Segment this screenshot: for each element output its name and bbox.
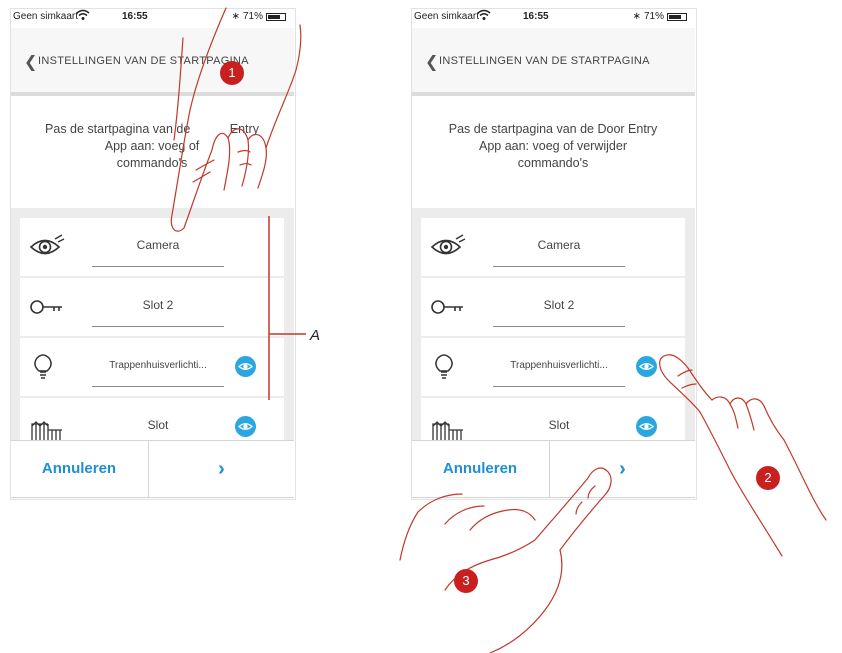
pointing-hand-illustration: [659, 354, 827, 557]
step-badge: 1: [220, 61, 244, 85]
step-badge: 3: [454, 569, 478, 593]
pointing-hand-illustration: [399, 467, 612, 653]
bracket-annotation: [268, 216, 306, 400]
pointing-hand-illustration: [170, 7, 302, 232]
bracket-label: A: [310, 327, 321, 344]
instruction-overlay: [170, 7, 827, 653]
step-badge: 2: [756, 466, 780, 490]
